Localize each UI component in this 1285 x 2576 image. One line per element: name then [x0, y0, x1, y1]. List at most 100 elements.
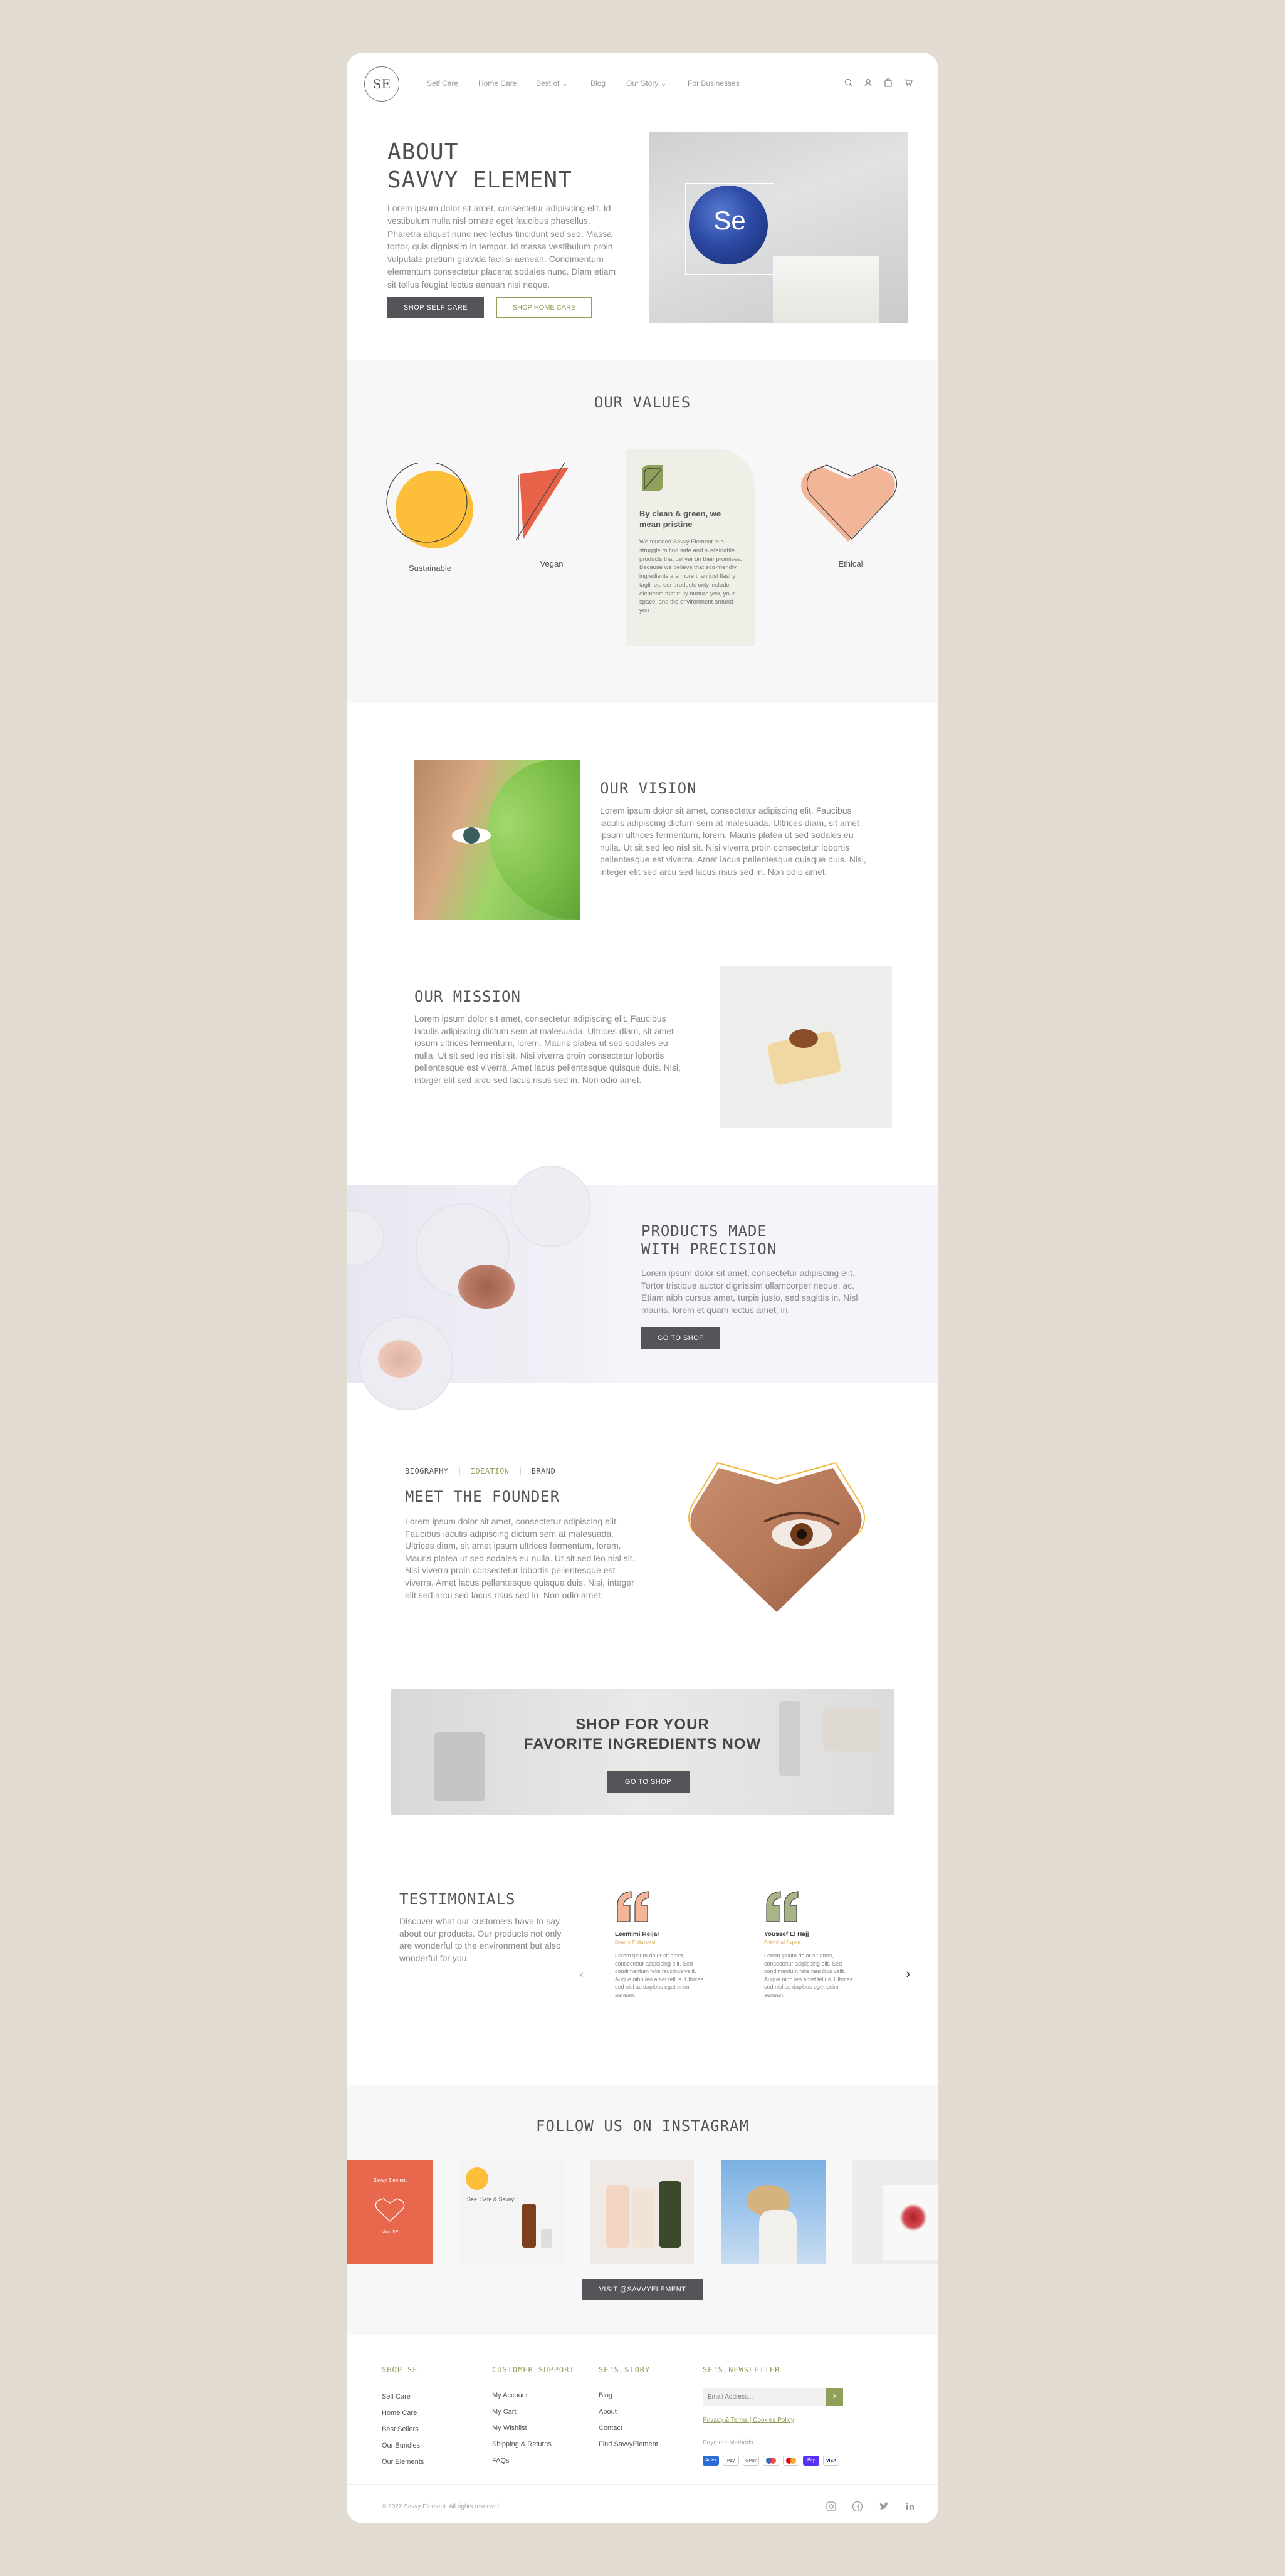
nav-our-story[interactable]: Our Story ⌄ [626, 79, 667, 88]
testimonial-card: Youssef El Hajj Botanical Expert Lorem i… [764, 1889, 864, 2002]
tab-ideation[interactable]: IDEATION [471, 1467, 510, 1475]
founder-photo [688, 1462, 865, 1612]
bottle-graphic [522, 2204, 536, 2248]
instagram-post[interactable] [590, 2160, 694, 2264]
mission-photo [720, 966, 892, 1128]
banner-go-to-shop-button[interactable]: GO TO SHOP [607, 1771, 690, 1793]
page: SE Self Care Home Care Best of ⌄ Blog Ou… [347, 53, 938, 2523]
footer-link[interactable]: FAQs [492, 2457, 510, 2464]
footer-support-title: CUSTOMER SUPPORT [492, 2365, 575, 2374]
testimonial-role: Botanical Expert [764, 1940, 801, 1945]
vision-text: Lorem ipsum dolor sit amet, consectetur … [600, 805, 866, 877]
payment-label: Payment Methods [703, 2439, 753, 2446]
facebook-icon[interactable] [852, 2501, 863, 2512]
mission-text: Lorem ipsum dolor sit amet, consectetur … [414, 1013, 681, 1085]
logo[interactable]: SE [364, 66, 399, 102]
testimonial-text: Lorem ipsum dolor sit amet, consectetur … [764, 1952, 853, 1998]
banner-title: SHOP FOR YOUR FAVORITE INGREDIENTS NOW [391, 1715, 894, 1754]
values-card: By clean & green, we mean pristine We fo… [626, 449, 755, 646]
footer-link[interactable]: Our Elements [382, 2458, 424, 2466]
search-icon[interactable] [844, 78, 854, 88]
footer-link[interactable]: Best Sellers [382, 2426, 419, 2433]
nav-self-care[interactable]: Self Care [427, 79, 458, 88]
founder-title: MEET THE FOUNDER [405, 1488, 560, 1505]
shop-banner: SHOP FOR YOUR FAVORITE INGREDIENTS NOW G… [391, 1689, 894, 1815]
footer-link[interactable]: Shipping & Returns [492, 2441, 552, 2448]
founder-tabs: BIOGRAPHY | IDEATION | BRAND [405, 1467, 555, 1475]
newsletter-submit-button[interactable]: › [826, 2388, 843, 2406]
tab-biography[interactable]: BIOGRAPHY [405, 1467, 449, 1475]
instagram-post-sub: shop SE [381, 2230, 399, 2234]
instagram-post[interactable]: Savvy Element shop SE [347, 2160, 433, 2264]
precision-photo [347, 1166, 622, 1410]
instagram-post[interactable] [721, 2160, 826, 2264]
instagram-title: FOLLOW US ON INSTAGRAM [536, 2117, 749, 2135]
hero-photo: Se [649, 132, 908, 323]
bottle-graphic [541, 2229, 552, 2248]
chevron-down-icon: ⌄ [561, 79, 568, 88]
bottle-graphic [659, 2181, 681, 2248]
founder-text: Lorem ipsum dolor sit amet, consectetur … [405, 1516, 635, 1600]
footer-link[interactable]: Blog [599, 2392, 612, 2399]
nav-home-care[interactable]: Home Care [478, 79, 517, 88]
nav-our-story-label: Our Story [626, 79, 659, 88]
apple-pay-icon: Pay [723, 2456, 739, 2466]
value-vegan: Vegan [540, 559, 564, 568]
sun-graphic [466, 2167, 488, 2190]
precision-title: PRODUCTS MADE WITH PRECISION [641, 1222, 777, 1259]
linkedin-icon[interactable] [905, 2501, 916, 2512]
precision-go-to-shop-button[interactable]: GO TO SHOP [641, 1327, 720, 1349]
bottle-graphic [632, 2189, 655, 2248]
flower-on-soap [789, 1029, 818, 1048]
values-card-title: By clean & green, we mean pristine [639, 509, 721, 529]
google-pay-icon: GPay [743, 2456, 759, 2466]
instagram-post[interactable] [852, 2160, 938, 2264]
newsletter-email-input[interactable] [703, 2388, 826, 2406]
banner-title-line1: SHOP FOR YOUR [575, 1716, 710, 1733]
quote-icon [766, 1891, 799, 1922]
footer-link[interactable]: My Cart [492, 2408, 517, 2416]
user-icon[interactable] [863, 78, 873, 88]
tab-brand[interactable]: BRAND [532, 1467, 556, 1475]
bottle-graphic [606, 2185, 629, 2248]
hero-text: Lorem ipsum dolor sit amet, consectetur … [387, 203, 616, 290]
next-arrow-icon[interactable]: › [906, 1966, 910, 1982]
page-title: ABOUT SAVVY ELEMENT [387, 138, 572, 194]
cart-icon[interactable] [903, 78, 913, 88]
instagram-icon[interactable] [826, 2501, 837, 2512]
precision-text: Lorem ipsum dolor sit amet, consectetur … [641, 1268, 858, 1315]
nav-for-businesses[interactable]: For Businesses [688, 79, 740, 88]
twitter-icon[interactable] [878, 2501, 889, 2512]
footer-link[interactable]: My Account [492, 2392, 528, 2399]
shop-self-care-button[interactable]: SHOP SELF CARE [387, 297, 484, 318]
visit-instagram-button[interactable]: VISIT @SAVVYELEMENT [582, 2279, 703, 2300]
photo-mark: Se [713, 206, 746, 235]
precision-section: PRODUCTS MADE WITH PRECISION Lorem ipsum… [347, 1166, 938, 1410]
footer-link[interactable]: About [599, 2408, 617, 2416]
nav-best-of[interactable]: Best of ⌄ [536, 79, 568, 88]
quote-icon [617, 1891, 649, 1922]
footer-link[interactable]: Self Care [382, 2393, 411, 2401]
instagram-post[interactable]: See, Safe & Savvy! [459, 2160, 564, 2264]
person-graphic [759, 2210, 797, 2264]
footer-link[interactable]: Find SavvyElement [599, 2441, 658, 2448]
testimonials-title: TESTIMONIALS [399, 1890, 516, 1908]
mastercard-icon [783, 2456, 799, 2466]
prev-arrow-icon[interactable]: ‹ [580, 1968, 584, 1981]
leaf-icon [642, 465, 663, 491]
policy-links[interactable]: Privacy & Terms | Cookies Policy [703, 2417, 794, 2424]
nav-blog[interactable]: Blog [590, 79, 606, 88]
values-section: OUR VALUES Sustainable Vegan By clean & … [347, 360, 938, 703]
shop-home-care-button[interactable]: SHOP HOME CARE [496, 297, 592, 318]
instagram-post-text: Savvy Element [373, 2177, 407, 2183]
footer-link[interactable]: My Wishlist [492, 2424, 527, 2432]
mission-title: OUR MISSION [414, 988, 521, 1005]
pedestal [773, 256, 879, 323]
footer-link[interactable]: Home Care [382, 2409, 417, 2417]
bag-icon[interactable] [883, 78, 893, 88]
banner-title-line2: FAVORITE INGREDIENTS NOW [523, 1736, 762, 1753]
footer-link[interactable]: Contact [599, 2424, 622, 2432]
powder [378, 1340, 422, 1378]
footer-link[interactable]: Our Bundles [382, 2442, 420, 2449]
testimonial-role: Beauty Enthusiast [615, 1940, 656, 1945]
